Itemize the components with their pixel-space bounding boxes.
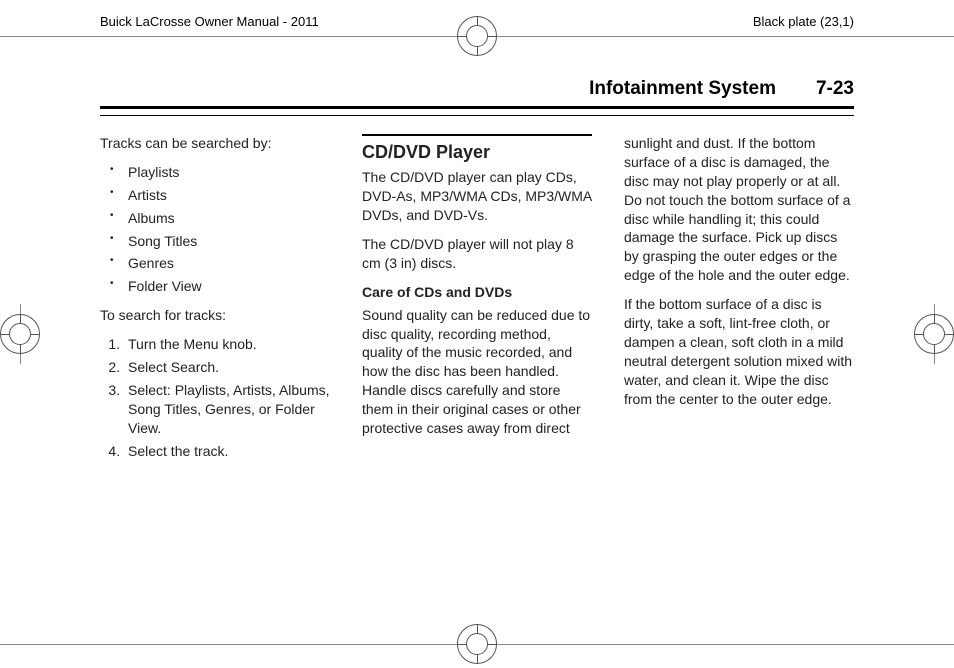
- manual-title: Buick LaCrosse Owner Manual - 2011: [100, 14, 319, 29]
- care-heading: Care of CDs and DVDs: [362, 283, 592, 302]
- registration-mark-icon: [457, 624, 497, 664]
- list-item: Select: Playlists, Artists, Albums, Song…: [124, 381, 330, 438]
- rule-thick: [100, 106, 854, 109]
- body-columns: Tracks can be searched by: Playlists Art…: [100, 134, 854, 460]
- list-item: Select the track.: [124, 442, 330, 461]
- list-item: Genres: [100, 254, 330, 273]
- list-item: Song Titles: [100, 232, 330, 251]
- page-number: 7-23: [816, 78, 854, 100]
- search-intro: To search for tracks:: [100, 306, 330, 325]
- body-text: If the bottom surface of a disc is dirty…: [624, 295, 854, 408]
- page-content: Infotainment System 7-23 Tracks can be s…: [100, 78, 854, 628]
- search-steps: Turn the Menu knob. Select Search. Selec…: [100, 335, 330, 460]
- list-item: Select Search.: [124, 358, 330, 377]
- body-text: The CD/DVD player can play CDs, DVD-As, …: [362, 168, 592, 225]
- list-item: Artists: [100, 186, 330, 205]
- list-item: Playlists: [100, 163, 330, 182]
- crop-mark-right: [914, 304, 954, 364]
- crop-mark-bottom: [0, 624, 954, 664]
- body-text: The CD/DVD player will not play 8 cm (3 …: [362, 235, 592, 273]
- rule-thin: [100, 115, 854, 116]
- plate-label: Black plate (23,1): [753, 14, 854, 29]
- cd-dvd-heading: CD/DVD Player: [362, 134, 592, 164]
- registration-mark-icon: [914, 314, 954, 354]
- section-title: Infotainment System: [589, 78, 776, 100]
- body-text: Sound quality can be reduced due to disc…: [362, 306, 592, 438]
- crop-mark-left: [0, 304, 40, 364]
- list-item: Albums: [100, 209, 330, 228]
- registration-mark-icon: [0, 314, 40, 354]
- search-criteria-list: Playlists Artists Albums Song Titles Gen…: [100, 163, 330, 296]
- body-text: sunlight and dust. If the bottom surface…: [624, 134, 854, 285]
- list-item: Folder View: [100, 277, 330, 296]
- list-item: Turn the Menu knob.: [124, 335, 330, 354]
- tracks-intro: Tracks can be searched by:: [100, 134, 330, 153]
